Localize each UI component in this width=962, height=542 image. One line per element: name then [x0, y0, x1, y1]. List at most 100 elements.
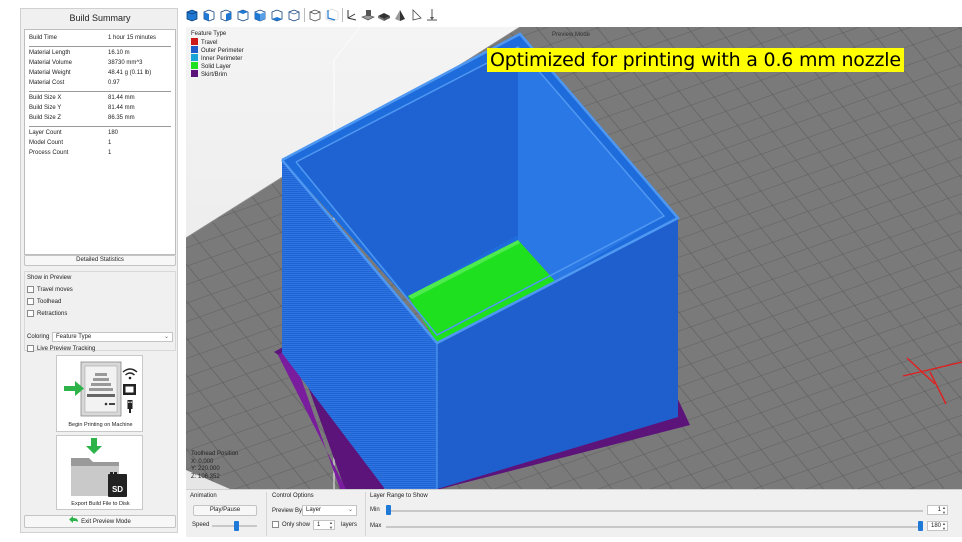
- stat-row: Layer Count 180: [29, 130, 119, 136]
- legend-swatch: [191, 70, 198, 77]
- export-build-label: Export Build File to Disk: [71, 501, 130, 507]
- checkbox-icon[interactable]: [27, 310, 34, 317]
- back-arrow-icon: [69, 516, 79, 523]
- toolhead-x: X: 0.000: [191, 458, 214, 465]
- stat-row: Build Size X 81.44 mm: [29, 95, 135, 101]
- control-options-title: Control Options: [272, 493, 314, 499]
- travel-moves-checkbox[interactable]: Travel moves: [27, 286, 73, 295]
- feature-type-legend: Feature Type Travel Outer Perimeter Inne…: [191, 31, 244, 78]
- 3d-preview-viewport[interactable]: Feature Type Travel Outer Perimeter Inne…: [186, 27, 962, 489]
- only-show-layers-input[interactable]: 1 ▲ ▼: [313, 520, 335, 530]
- spin-arrows-icon[interactable]: ▲ ▼: [329, 520, 333, 530]
- coloring-label: Coloring: [27, 334, 50, 340]
- speed-slider-handle[interactable]: [234, 521, 239, 531]
- min-label: Min: [370, 507, 380, 513]
- stat-row: Build Time 1 hour 15 minutes: [29, 35, 157, 41]
- legend-item-outer-perimeter: Outer Perimeter: [191, 46, 244, 54]
- axes-lines-icon[interactable]: [345, 8, 359, 22]
- toolhead-icon[interactable]: [425, 8, 439, 22]
- legend-item-solid-layer: Solid Layer: [191, 62, 244, 70]
- detailed-statistics-button[interactable]: Detailed Statistics: [24, 255, 176, 266]
- toolhead-position: Toolhead Position X: 0.000 Y: 220.000 Z:…: [191, 451, 238, 481]
- panel-title: Build Summary: [69, 13, 131, 23]
- build-summary-panel: Build Summary Build Time 1 hour 15 minute…: [20, 8, 178, 533]
- coloring-select[interactable]: Feature Type ⌄: [52, 332, 173, 342]
- retractions-checkbox[interactable]: Retractions: [27, 310, 67, 319]
- checkbox-icon[interactable]: [272, 521, 279, 528]
- legend-swatch: [191, 62, 198, 69]
- min-layer-slider-track[interactable]: [386, 510, 923, 512]
- back-view-icon[interactable]: [219, 8, 233, 22]
- toolhead-z: Z: 106.352: [191, 473, 220, 480]
- stat-row: Material Weight 48.41 g (0.11 lb): [29, 70, 152, 76]
- chevron-down-icon: ⌄: [163, 334, 169, 340]
- divider: [29, 126, 171, 127]
- left-view-icon[interactable]: [236, 8, 250, 22]
- printer-machine-icon: [64, 361, 138, 417]
- spin-arrows-icon[interactable]: ▲ ▼: [942, 505, 946, 515]
- group-title: Show in Preview: [27, 275, 72, 281]
- toolhead-checkbox[interactable]: Toolhead: [27, 298, 61, 307]
- min-layer-input[interactable]: 1 ▲ ▼: [927, 505, 948, 515]
- sd-card-label: SD: [112, 485, 123, 494]
- begin-printing-button[interactable]: Begin Printing on Machine: [56, 355, 143, 432]
- stat-row: Material Length 16.10 m: [29, 50, 130, 56]
- group-divider: [266, 492, 267, 536]
- checkbox-icon[interactable]: [27, 345, 34, 352]
- build-stats-box: Build Time 1 hour 15 minutes Material Len…: [24, 29, 176, 255]
- axes-icon[interactable]: [325, 8, 339, 22]
- divider: [29, 46, 171, 47]
- max-layer-slider-track[interactable]: [386, 526, 923, 528]
- speed-label: Speed: [192, 522, 210, 528]
- stat-row: Material Volume 38730 mm^3: [29, 60, 143, 66]
- chevron-down-icon: ⌄: [347, 507, 353, 513]
- checkbox-icon[interactable]: [27, 286, 34, 293]
- layer-range-title: Layer Range to Show: [370, 493, 428, 499]
- legend-swatch: [191, 46, 198, 53]
- toolhead-y: Y: 220.000: [191, 466, 220, 473]
- live-preview-tracking-checkbox[interactable]: Live Preview Tracking: [27, 345, 95, 354]
- stat-row: Process Count 1: [29, 150, 112, 156]
- bottom-view-icon[interactable]: [287, 8, 301, 22]
- group-divider: [365, 492, 366, 536]
- stat-row: Build Size Y 81.44 mm: [29, 105, 135, 111]
- measure-icon[interactable]: [409, 8, 423, 22]
- divider: [29, 91, 171, 92]
- export-build-file-button[interactable]: SD Export Build File to Disk: [56, 435, 143, 510]
- section-icon[interactable]: [393, 8, 407, 22]
- animation-title: Animation: [190, 493, 217, 499]
- view-toolbar: [185, 7, 445, 23]
- legend-swatch: [191, 38, 198, 45]
- max-layer-input[interactable]: 180 ▲ ▼: [927, 521, 948, 531]
- legend-swatch: [191, 54, 198, 61]
- exit-preview-mode-button[interactable]: Exit Preview Mode: [24, 515, 176, 528]
- build-volume-edge: [333, 27, 361, 61]
- min-layer-slider-handle[interactable]: [386, 505, 391, 515]
- legend-item-skirt-brim: Skirt/Brim: [191, 70, 244, 78]
- perspective-icon[interactable]: [308, 8, 322, 22]
- top-view-icon[interactable]: [270, 8, 284, 22]
- show-in-preview-group: Show in Preview Travel moves Toolhead Re…: [24, 271, 176, 354]
- checkbox-icon[interactable]: [27, 298, 34, 305]
- layers-label: layers: [341, 522, 358, 528]
- stat-row: Model Count 1: [29, 140, 112, 146]
- legend-item-travel: Travel: [191, 38, 244, 46]
- nozzle-annotation: Optimized for printing with a 0.6 mm noz…: [487, 48, 904, 72]
- legend-title: Feature Type: [191, 31, 227, 37]
- legend-item-inner-perimeter: Inner Perimeter: [191, 54, 244, 62]
- build-plate-icon[interactable]: [361, 8, 375, 22]
- right-view-icon[interactable]: [253, 8, 267, 22]
- play-pause-button[interactable]: Play/Pause: [193, 505, 257, 516]
- spin-arrows-icon[interactable]: ▲ ▼: [942, 521, 946, 531]
- build-scene[interactable]: [186, 27, 962, 489]
- toolhead-position-title: Toolhead Position: [191, 451, 239, 457]
- max-layer-slider-handle[interactable]: [918, 521, 923, 531]
- preview-by-select[interactable]: Layer ⌄: [302, 505, 357, 516]
- stat-row: Build Size Z 86.35 mm: [29, 115, 135, 121]
- only-show-checkbox[interactable]: Only show: [272, 521, 310, 530]
- begin-printing-label: Begin Printing on Machine: [68, 422, 133, 428]
- max-label: Max: [370, 523, 382, 529]
- shaded-icon[interactable]: [377, 8, 391, 22]
- front-view-icon[interactable]: [202, 8, 216, 22]
- iso-view-icon[interactable]: [185, 8, 199, 22]
